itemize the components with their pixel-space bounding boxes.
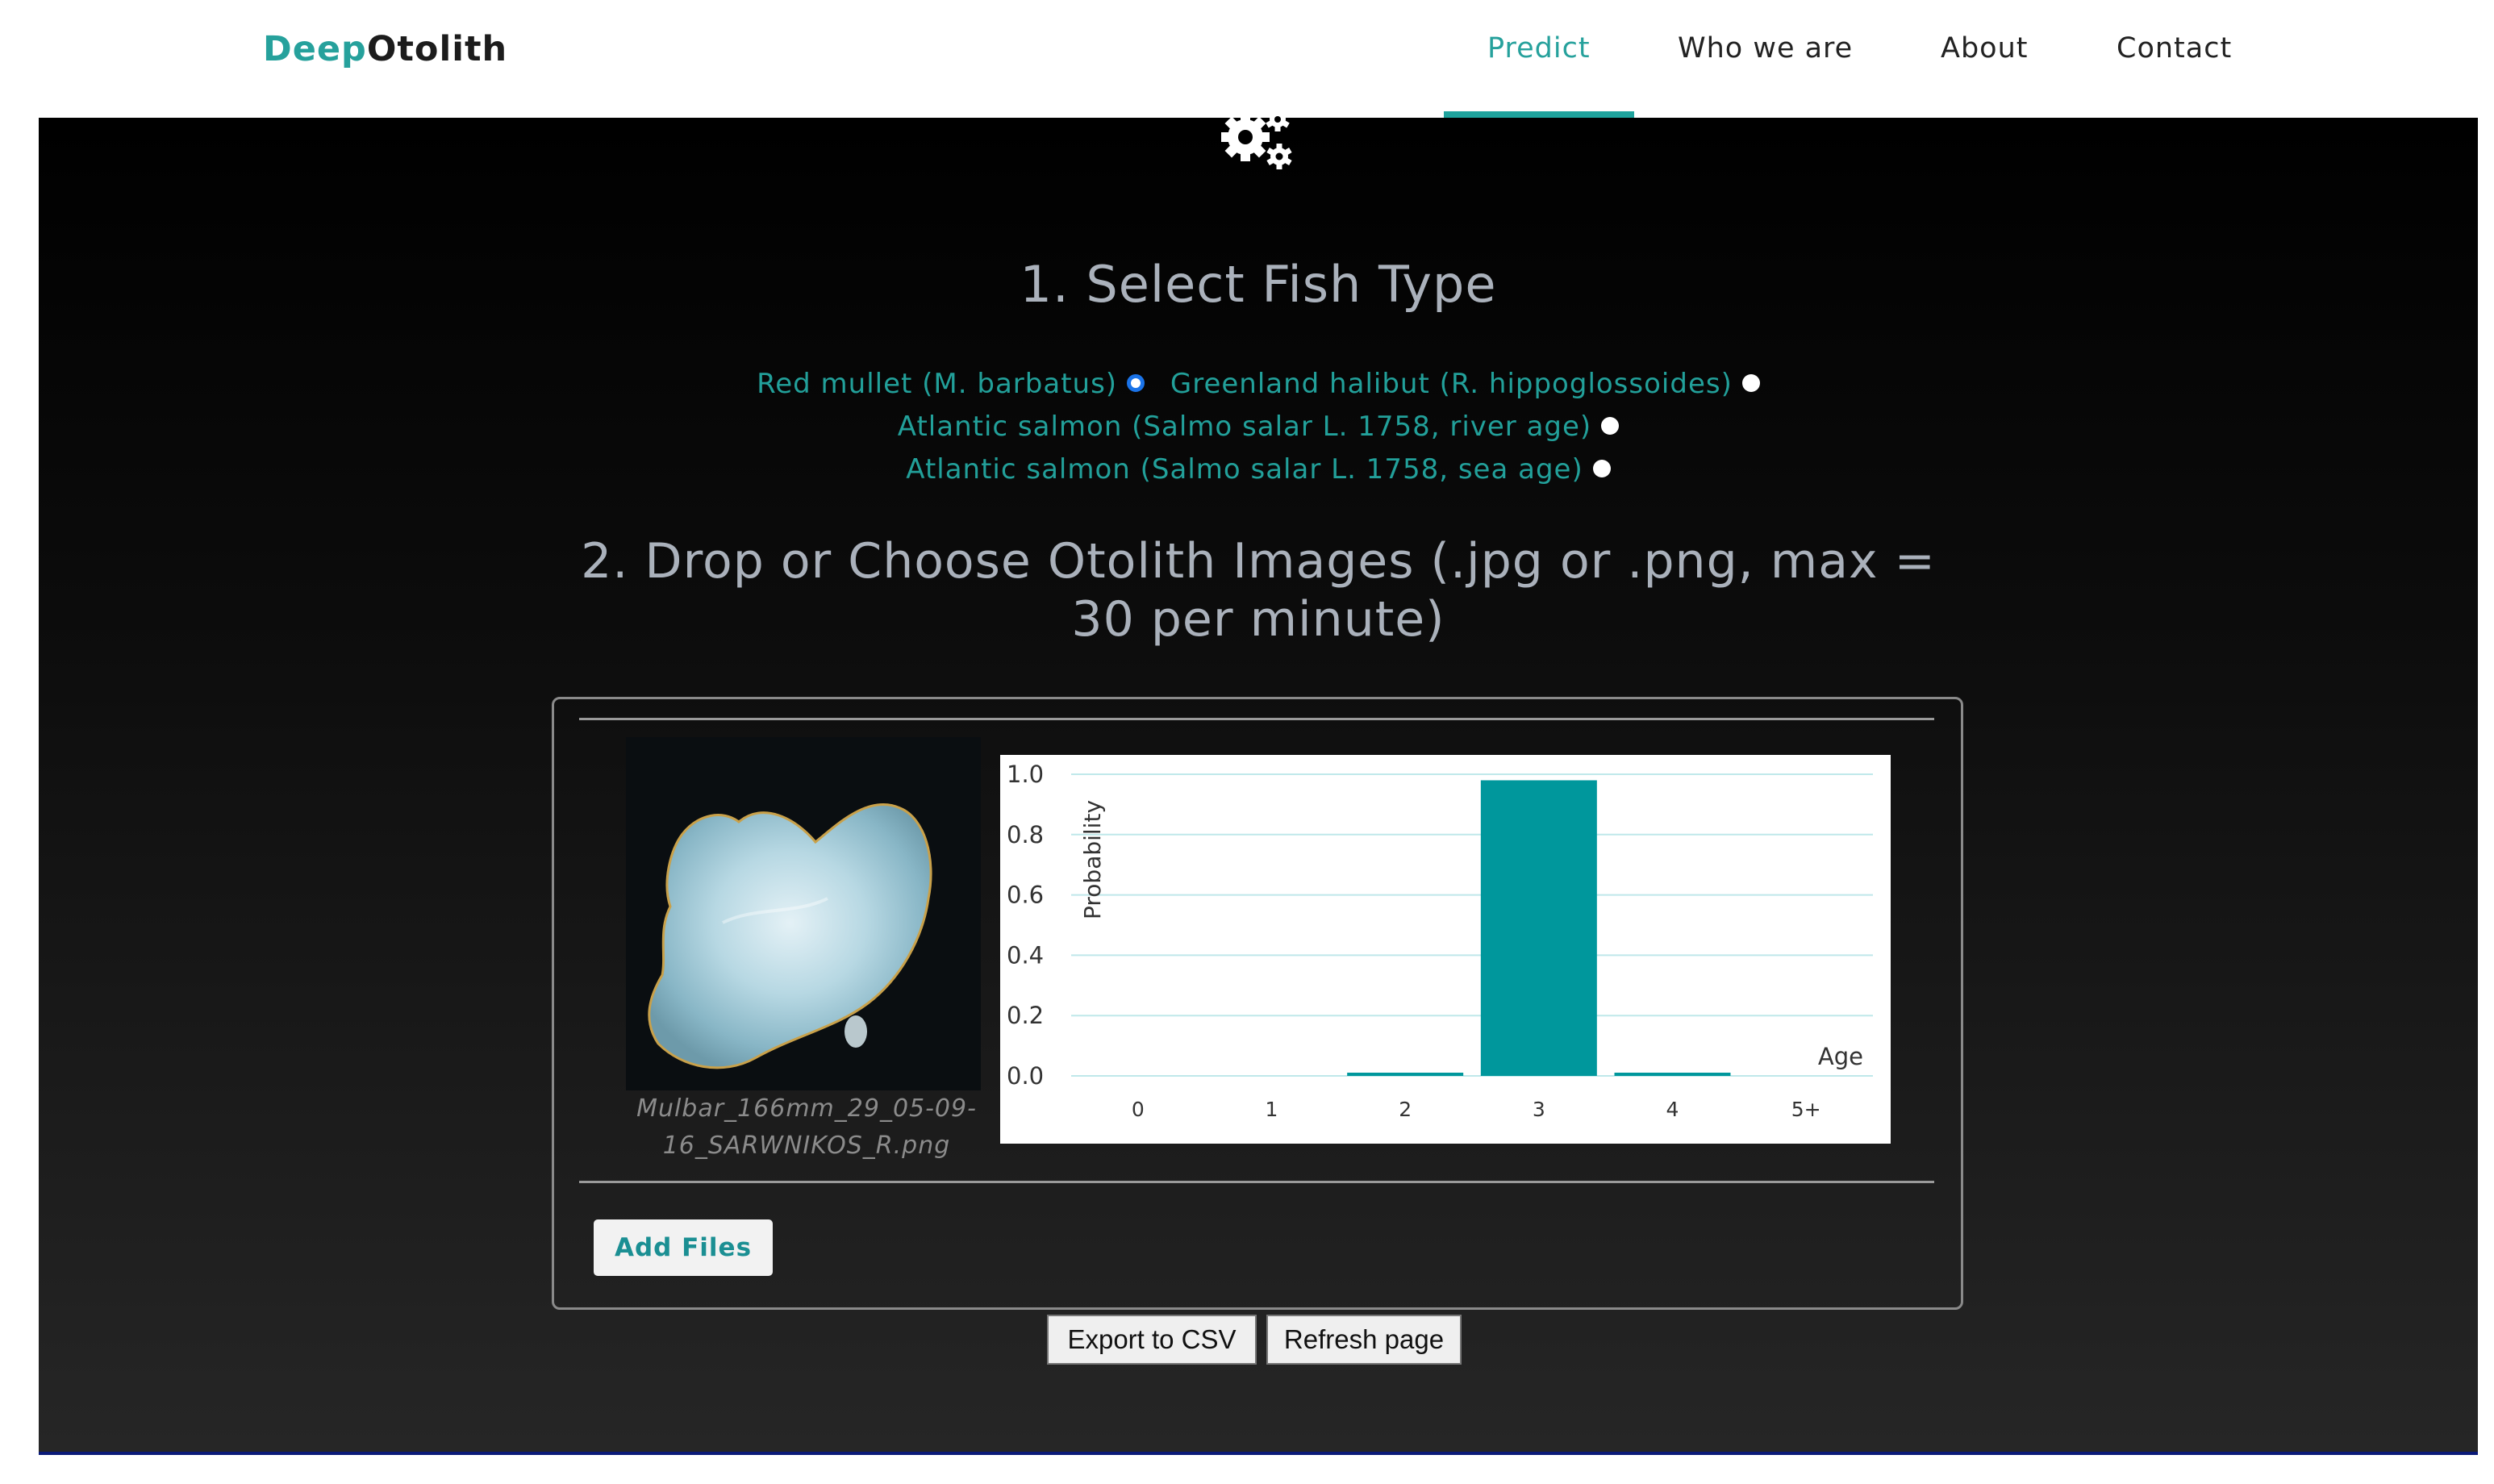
brand-part-deep: Deep	[263, 29, 367, 69]
chart-x-tick-label: 3	[1533, 1098, 1545, 1121]
fish-option-greenland-halibut[interactable]: Greenland halibut (R. hippoglossoides)	[1170, 363, 1760, 406]
chart-x-axis-label: Age	[1818, 1043, 1863, 1070]
fish-option-salmon-river[interactable]: Atlantic salmon (Salmo salar L. 1758, ri…	[897, 406, 1620, 448]
export-csv-button[interactable]: Export to CSV	[1047, 1315, 1257, 1365]
radio-button[interactable]	[1741, 373, 1760, 392]
file-name-caption: Mulbar_166mm_29_05-09-16_SARWNIKOS_R.png	[636, 1094, 977, 1160]
radio-button[interactable]	[1601, 416, 1620, 435]
nav-about[interactable]: About	[1941, 32, 2028, 65]
fish-option-label: Atlantic salmon (Salmo salar L. 1758, se…	[906, 453, 1583, 486]
chart-x-tick-label: 2	[1399, 1098, 1412, 1121]
chart-bar-age-3	[1480, 780, 1597, 1076]
step2-heading: 2. Drop or Choose Otolith Images (.jpg o…	[581, 533, 1936, 648]
fish-option-label: Red mullet (M. barbatus)	[757, 368, 1118, 400]
nav-who-we-are[interactable]: Who we are	[1678, 32, 1853, 65]
brand-part-otolith: Otolith	[366, 29, 508, 69]
nav-predict[interactable]: Predict	[1487, 32, 1591, 65]
chart-y-tick-label: 0.8	[1007, 821, 1044, 848]
top-navbar: DeepOtolith Predict Who we are About Con…	[0, 0, 2494, 118]
fish-option-label: Atlantic salmon (Salmo salar L. 1758, ri…	[897, 411, 1592, 443]
chart-y-tick-label: 1.0	[1007, 761, 1044, 788]
chart-y-axis-label: Probability	[1079, 800, 1106, 919]
drop-zone-top-divider	[579, 718, 1934, 720]
drop-zone-bottom-divider	[579, 1181, 1934, 1183]
chart-y-tick-label: 0.4	[1007, 941, 1044, 969]
gears-icon	[1221, 108, 1292, 169]
chart-y-tick-label: 0.0	[1007, 1062, 1044, 1090]
chart-y-tick-label: 0.2	[1007, 1002, 1044, 1029]
chart-bar-age-2	[1347, 1073, 1464, 1076]
brand-logo[interactable]: DeepOtolith	[263, 29, 507, 69]
fish-option-salmon-sea[interactable]: Atlantic salmon (Salmo salar L. 1758, se…	[906, 448, 1611, 491]
radio-button[interactable]	[1592, 459, 1611, 477]
add-files-button[interactable]: Add Files	[594, 1219, 773, 1276]
fish-option-label: Greenland halibut (R. hippoglossoides)	[1170, 368, 1733, 400]
chart-x-tick-label: 4	[1666, 1098, 1679, 1121]
radio-button-selected[interactable]	[1127, 373, 1145, 392]
refresh-page-button[interactable]: Refresh page	[1266, 1315, 1462, 1365]
chart-x-tick-label: 1	[1266, 1098, 1278, 1121]
otolith-image-preview	[626, 737, 981, 1090]
chart-bar-age-4	[1614, 1073, 1731, 1076]
chart-svg: 0.0 0.2 0.4 0.6 0.8 1.0 0 1 2 3 4 5+ Probability A…	[1007, 761, 1873, 1121]
fish-type-radio-group: Red mullet (M. barbatus) Greenland halib…	[0, 363, 2494, 491]
age-probability-chart: 0.0 0.2 0.4 0.6 0.8 1.0 0 1 2 3 4 5+ Probability A…	[1000, 755, 1891, 1144]
fish-option-red-mullet[interactable]: Red mullet (M. barbatus)	[757, 363, 1145, 406]
active-tab-indicator	[1444, 111, 1634, 118]
bottom-divider	[39, 1452, 2478, 1455]
nav-contact[interactable]: Contact	[2117, 32, 2232, 65]
step1-heading: 1. Select Fish Type	[1020, 255, 1497, 314]
chart-x-tick-label: 0	[1132, 1098, 1145, 1121]
chart-x-tick-label: 5+	[1791, 1098, 1821, 1121]
chart-y-tick-label: 0.6	[1007, 882, 1044, 909]
